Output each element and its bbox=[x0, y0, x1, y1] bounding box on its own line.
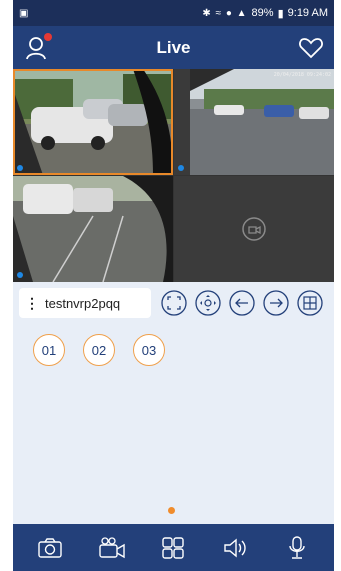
speaker-icon bbox=[224, 538, 246, 557]
layout-icon bbox=[297, 290, 323, 316]
feed-status-dot bbox=[178, 165, 184, 171]
device-selector[interactable]: ⋮ testnvrp2pqq bbox=[19, 288, 151, 318]
kebab-icon: ⋮ bbox=[25, 294, 39, 311]
camera-feed-1 bbox=[13, 69, 173, 175]
split-view-button[interactable] bbox=[158, 533, 188, 563]
layout-button[interactable] bbox=[297, 290, 323, 316]
add-camera-icon bbox=[242, 217, 266, 241]
previous-button[interactable] bbox=[229, 290, 255, 316]
gallery-icon: ▣ bbox=[19, 7, 29, 19]
record-icon bbox=[98, 536, 125, 558]
clock: 9:19 AM bbox=[287, 7, 328, 19]
camera-tile-1[interactable] bbox=[13, 69, 173, 175]
camera-feed-2 bbox=[174, 69, 334, 175]
system-status-icons: ✱ ≈ ● ▲ bbox=[202, 7, 248, 19]
app-frame: ▣ ✱ ≈ ● ▲ 89% ▮ 9:19 AM Live 20/04/2018 … bbox=[13, 0, 334, 571]
view-controls bbox=[161, 290, 323, 316]
battery-level: 89% bbox=[251, 7, 274, 19]
fullscreen-button[interactable] bbox=[161, 290, 187, 316]
notification-badge bbox=[44, 33, 52, 41]
talk-button[interactable] bbox=[282, 533, 312, 563]
arrow-left-icon bbox=[229, 290, 255, 316]
fullscreen-icon bbox=[161, 290, 187, 316]
microphone-icon bbox=[289, 535, 305, 559]
heart-icon bbox=[299, 38, 323, 59]
channel-list: 01 02 03 bbox=[13, 324, 334, 524]
page-title: Live bbox=[156, 37, 191, 57]
camera-feed-3 bbox=[13, 176, 173, 282]
channel-button-03[interactable]: 03 bbox=[133, 334, 165, 366]
camera-tile-2[interactable]: 20/04/2018 09:24:02 bbox=[174, 69, 334, 175]
device-bar: ⋮ testnvrp2pqq bbox=[13, 282, 334, 324]
feed-status-dot bbox=[17, 272, 23, 278]
status-bar: ▣ ✱ ≈ ● ▲ 89% ▮ 9:19 AM bbox=[13, 0, 334, 26]
ptz-icon bbox=[195, 290, 221, 316]
camera-tile-4[interactable] bbox=[174, 176, 334, 282]
camera-grid: 20/04/2018 09:24:02 bbox=[13, 69, 334, 282]
feed-status-dot bbox=[17, 165, 23, 171]
user-button[interactable] bbox=[25, 33, 52, 61]
snapshot-button[interactable] bbox=[35, 533, 65, 563]
grid-icon bbox=[162, 536, 185, 559]
camera-icon bbox=[38, 537, 62, 558]
favorites-button[interactable] bbox=[298, 36, 324, 60]
arrow-right-icon bbox=[263, 290, 289, 316]
record-button[interactable] bbox=[97, 533, 127, 563]
header: Live bbox=[13, 26, 334, 69]
battery-icon: ▮ bbox=[277, 7, 284, 20]
ptz-button[interactable] bbox=[195, 290, 221, 316]
channel-button-01[interactable]: 01 bbox=[33, 334, 65, 366]
next-button[interactable] bbox=[263, 290, 289, 316]
channel-button-02[interactable]: 02 bbox=[83, 334, 115, 366]
device-name: testnvrp2pqq bbox=[45, 295, 121, 311]
page-indicator-dot bbox=[168, 507, 175, 514]
feed-timestamp: 20/04/2018 09:24:02 bbox=[273, 72, 331, 78]
bottom-toolbar bbox=[13, 524, 334, 571]
audio-button[interactable] bbox=[220, 533, 250, 563]
camera-tile-3[interactable] bbox=[13, 176, 173, 282]
